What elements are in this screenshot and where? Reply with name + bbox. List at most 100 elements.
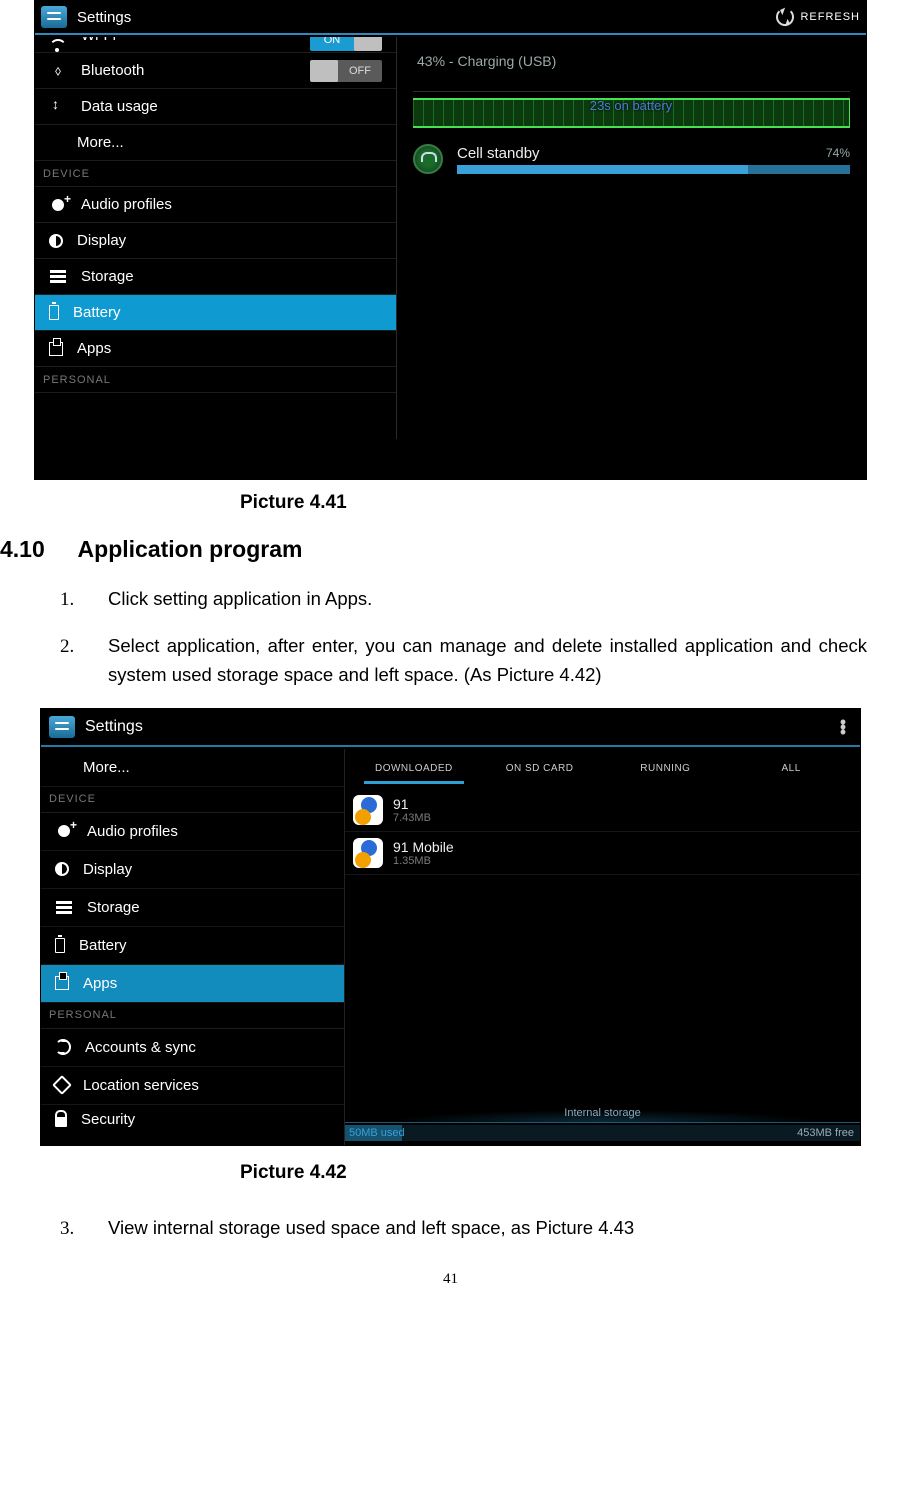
app-row[interactable]: 91 7.43MB (345, 789, 860, 832)
sidebar-item-display[interactable]: Display (41, 851, 344, 889)
battery-status: 43% - Charging (USB) (413, 47, 850, 92)
apps-pane: DOWNLOADED ON SD CARD RUNNING ALL 91 7.4… (345, 749, 860, 1145)
sidebar-item-audio[interactable]: Audio profiles (41, 813, 344, 851)
tab-all[interactable]: ALL (728, 751, 854, 786)
section-header-device: DEVICE (35, 161, 396, 187)
cell-standby-bar (457, 165, 850, 174)
sidebar-item-storage[interactable]: Storage (41, 889, 344, 927)
display-label: Display (83, 861, 132, 878)
app-title: Settings (85, 718, 834, 736)
sidebar-item-storage[interactable]: Storage (35, 259, 396, 295)
sidebar-item-apps[interactable]: Apps (41, 965, 344, 1003)
app-title: Settings (77, 9, 776, 26)
more-label: More... (77, 134, 124, 151)
step-2: 2. Select application, after enter, you … (60, 632, 867, 689)
more-label: More... (83, 759, 130, 776)
wifi-label: Wi-Fi (81, 37, 116, 44)
sidebar-item-more[interactable]: More... (35, 125, 396, 161)
storage-label: Storage (87, 899, 140, 916)
section-header-device: DEVICE (41, 787, 344, 813)
step-num: 2. (60, 632, 108, 689)
storage-title: Internal storage (345, 1107, 860, 1119)
location-label: Location services (83, 1077, 199, 1094)
toggle-thumb (354, 37, 382, 51)
storage-free-label: 453MB free (797, 1127, 854, 1139)
screenshot-apps: Settings ••• More... DEVICE Audio profil… (40, 708, 861, 1146)
storage-footer: Internal storage 50MB used 453MB free (345, 1105, 860, 1145)
sidebar-item-bluetooth[interactable]: ⬨ Bluetooth OFF (35, 53, 396, 89)
battery-consumer-row[interactable]: Cell standby 74% (413, 144, 850, 174)
display-label: Display (77, 232, 126, 249)
step-num: 3. (60, 1214, 108, 1243)
apps-label: Apps (83, 975, 117, 992)
storage-curve: Internal storage (345, 1105, 860, 1123)
storage-icon (55, 898, 73, 916)
sidebar-item-wifi[interactable]: Wi-Fi ON (35, 37, 396, 53)
titlebar: Settings ••• (41, 709, 860, 747)
tab-on-sd-card[interactable]: ON SD CARD (477, 751, 603, 786)
toggle-off-label: OFF (338, 60, 382, 82)
apps-label: Apps (77, 340, 111, 357)
app-list: 91 7.43MB 91 Mobile 1.35MB (345, 789, 860, 1105)
figure-caption-2: Picture 4.42 (240, 1162, 901, 1184)
app-row[interactable]: 91 Mobile 1.35MB (345, 832, 860, 875)
storage-bar: 50MB used 453MB free (345, 1125, 860, 1141)
sidebar-item-more[interactable]: More... (41, 749, 344, 787)
battery-icon (55, 938, 65, 953)
step-text: View internal storage used space and lef… (108, 1214, 867, 1243)
toggle-on-label: ON (310, 37, 354, 51)
app-icon (353, 838, 383, 868)
refresh-icon (776, 8, 794, 26)
wifi-icon (49, 37, 67, 53)
titlebar: Settings REFRESH (35, 1, 866, 35)
storage-used-label: 50MB used (345, 1127, 405, 1139)
storage-icon (49, 268, 67, 286)
tab-downloaded[interactable]: DOWNLOADED (351, 751, 477, 786)
battery-icon (49, 305, 59, 320)
app-name: 91 (393, 796, 431, 812)
tab-running[interactable]: RUNNING (603, 751, 729, 786)
display-icon (55, 862, 69, 876)
battery-label: Battery (79, 937, 127, 954)
settings-icon (49, 716, 75, 738)
step-text: Select application, after enter, you can… (108, 632, 867, 689)
sidebar-item-apps[interactable]: Apps (35, 331, 396, 367)
cell-standby-icon (413, 144, 443, 174)
audio-label: Audio profiles (87, 823, 178, 840)
sidebar-item-data-usage[interactable]: Data usage (35, 89, 396, 125)
audio-label: Audio profiles (81, 196, 172, 213)
toggle-thumb (310, 60, 338, 82)
data-usage-label: Data usage (81, 98, 158, 115)
step-text: Click setting application in Apps. (108, 585, 867, 614)
bluetooth-toggle[interactable]: OFF (310, 60, 382, 82)
battery-graph[interactable]: 23s on battery (413, 98, 850, 128)
section-heading: 4.10 Application program (0, 536, 901, 563)
refresh-label: REFRESH (800, 11, 860, 23)
sidebar-item-battery[interactable]: Battery (41, 927, 344, 965)
sidebar-item-display[interactable]: Display (35, 223, 396, 259)
sidebar-item-audio[interactable]: Audio profiles (35, 187, 396, 223)
sidebar-item-security[interactable]: Security (41, 1105, 344, 1135)
overflow-menu-icon[interactable]: ••• (834, 719, 852, 734)
security-label: Security (81, 1111, 135, 1128)
settings-sidebar: Wi-Fi ON ⬨ Bluetooth OFF Data usage Mor (35, 37, 397, 439)
sidebar-item-battery[interactable]: Battery (35, 295, 396, 331)
accounts-label: Accounts & sync (85, 1039, 196, 1056)
screenshot-battery: Settings REFRESH Wi-Fi ON ⬨ Bluetooth OF… (34, 0, 867, 480)
battery-label: Battery (73, 304, 121, 321)
figure-caption-1: Picture 4.41 (240, 492, 440, 514)
display-icon (49, 234, 63, 248)
cell-standby-fill (457, 165, 748, 174)
step-3: 3. View internal storage used space and … (60, 1214, 867, 1243)
refresh-button[interactable]: REFRESH (776, 8, 860, 26)
cell-standby-pct: 74% (826, 146, 850, 160)
apps-icon (49, 342, 63, 356)
sidebar-item-location[interactable]: Location services (41, 1067, 344, 1105)
app-size: 1.35MB (393, 855, 454, 867)
apps-tabs: DOWNLOADED ON SD CARD RUNNING ALL (345, 749, 860, 789)
steps-list-a: 1. Click setting application in Apps. 2.… (60, 585, 867, 690)
wifi-toggle[interactable]: ON (310, 37, 382, 51)
location-icon (52, 1075, 72, 1095)
sidebar-item-accounts[interactable]: Accounts & sync (41, 1029, 344, 1067)
page-number: 41 (0, 1271, 901, 1288)
